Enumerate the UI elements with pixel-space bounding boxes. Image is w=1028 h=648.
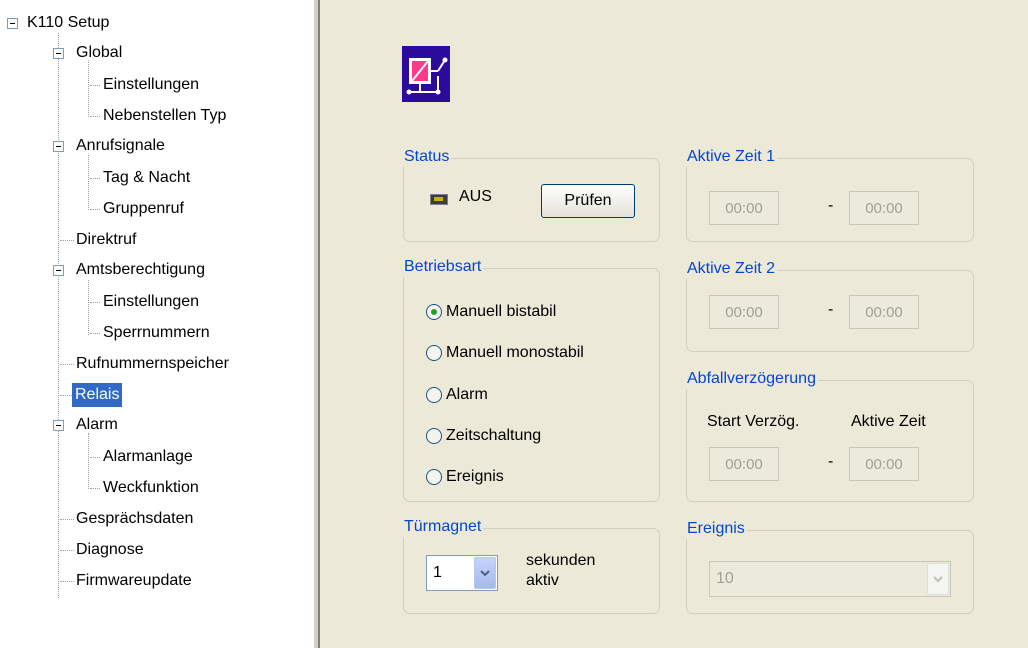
collapse-icon[interactable] xyxy=(7,18,18,29)
tree-item-diagnose[interactable]: Diagnose xyxy=(76,538,144,562)
status-value: AUS xyxy=(459,188,492,205)
aktive-zeit-1-group: Aktive Zeit 1 00:00 - 00:00 xyxy=(685,147,974,242)
tree-line xyxy=(58,33,59,598)
tuermagnet-group: Türmagnet 1 sekunden aktiv xyxy=(402,517,660,614)
tree-item-gespraechsdaten[interactable]: Gesprächsdaten xyxy=(76,507,193,531)
tree-item-tag-nacht[interactable]: Tag & Nacht xyxy=(103,166,190,190)
tree-item-nebenstellen-typ[interactable]: Nebenstellen Typ xyxy=(103,104,226,128)
abfallverzoegerung-group: Abfallverzögerung Start Verzög. Aktive Z… xyxy=(685,369,974,502)
radio-label: Alarm xyxy=(446,386,488,403)
radio-manuell-monostabil[interactable]: Manuell monostabil xyxy=(426,340,584,366)
collapse-icon[interactable] xyxy=(53,420,64,431)
tree-item-relais[interactable]: Relais xyxy=(72,383,123,407)
status-group-title: Status xyxy=(402,147,452,167)
aktive-zeit-2-title: Aktive Zeit 2 xyxy=(685,259,778,279)
radio-manuell-bistabil[interactable]: Manuell bistabil xyxy=(426,299,556,325)
tree-item-global-einstellungen[interactable]: Einstellungen xyxy=(103,73,199,97)
relais-panel: Status AUS Prüfen Aktive Zeit 1 00:00 - … xyxy=(320,0,1028,648)
collapse-icon[interactable] xyxy=(53,265,64,276)
tuermagnet-select[interactable]: 1 xyxy=(426,555,498,591)
tree-item-gruppenruf[interactable]: Gruppenruf xyxy=(103,197,184,221)
tree-item-sperrnummern[interactable]: Sperrnummern xyxy=(103,321,210,345)
tuermagnet-value: 1 xyxy=(433,564,442,581)
tree-item-alarmanlage[interactable]: Alarmanlage xyxy=(103,445,193,469)
start-verzoeg-label: Start Verzög. xyxy=(707,413,800,430)
radio-selected-icon[interactable] xyxy=(426,304,442,320)
tree-line xyxy=(60,581,74,582)
radio-icon[interactable] xyxy=(426,387,442,403)
aktive-zeit-2-separator: - xyxy=(828,301,834,318)
aktive-zeit-2-group: Aktive Zeit 2 00:00 - 00:00 xyxy=(685,259,974,352)
radio-icon[interactable] xyxy=(426,469,442,485)
tree-line xyxy=(88,280,89,335)
ereignis-value: 10 xyxy=(716,570,734,587)
tree-item-amtsberechtigung[interactable]: Amtsberechtigung xyxy=(76,258,205,282)
ereignis-group: Ereignis 10 xyxy=(685,519,974,614)
tree-line xyxy=(88,433,89,489)
tree-line xyxy=(90,116,100,117)
status-led-icon xyxy=(430,194,448,205)
tree-item-anrufsignale[interactable]: Anrufsignale xyxy=(76,134,165,158)
aktive-zeit-2-to-field[interactable]: 00:00 xyxy=(849,295,919,329)
aktive-zeit-1-from-field[interactable]: 00:00 xyxy=(709,191,779,225)
pruefen-button[interactable]: Prüfen xyxy=(541,184,635,218)
tree-line xyxy=(60,240,74,241)
abfall-start-field[interactable]: 00:00 xyxy=(709,447,779,481)
tree-item-firmwareupdate[interactable]: Firmwareupdate xyxy=(76,569,192,593)
tree-line xyxy=(90,302,100,303)
aktive-zeit-1-to-field[interactable]: 00:00 xyxy=(849,191,919,225)
radio-label: Manuell bistabil xyxy=(446,303,557,320)
tree-item-k110-setup[interactable]: K110 Setup xyxy=(27,11,109,35)
radio-label: Ereignis xyxy=(446,468,504,485)
tree-line xyxy=(60,519,74,520)
collapse-icon[interactable] xyxy=(53,141,64,152)
tree-line xyxy=(60,364,74,365)
aktive-zeit-1-separator: - xyxy=(828,197,834,214)
abfall-aktive-field[interactable]: 00:00 xyxy=(849,447,919,481)
abfallverzoegerung-title: Abfallverzögerung xyxy=(685,369,818,389)
betriebsart-group: Betriebsart Manuell bistabil Manuell mon… xyxy=(402,257,660,502)
tree-item-weckfunktion[interactable]: Weckfunktion xyxy=(103,476,199,500)
radio-label: Manuell monostabil xyxy=(446,344,584,361)
radio-icon[interactable] xyxy=(426,428,442,444)
tree-line xyxy=(90,209,100,210)
radio-icon[interactable] xyxy=(426,345,442,361)
tuermagnet-title: Türmagnet xyxy=(402,517,484,537)
relay-icon xyxy=(402,46,450,102)
tuermagnet-suffix-2: aktiv xyxy=(526,572,559,589)
chevron-down-icon[interactable] xyxy=(474,557,496,589)
radio-zeitschaltung[interactable]: Zeitschaltung xyxy=(426,423,541,449)
ereignis-select[interactable]: 10 xyxy=(709,561,951,597)
radio-ereignis[interactable]: Ereignis xyxy=(426,464,504,490)
betriebsart-title: Betriebsart xyxy=(402,257,484,277)
ereignis-title: Ereignis xyxy=(685,519,747,539)
tree-line xyxy=(88,155,89,210)
tree-line xyxy=(60,395,72,396)
tree-line xyxy=(90,333,100,334)
tuermagnet-suffix-1: sekunden xyxy=(526,552,596,569)
radio-label: Zeitschaltung xyxy=(446,427,542,444)
radio-alarm[interactable]: Alarm xyxy=(426,382,488,408)
tree-line xyxy=(90,457,100,458)
tree-line xyxy=(90,488,100,489)
status-group: Status AUS Prüfen xyxy=(402,147,660,242)
collapse-icon[interactable] xyxy=(53,48,64,59)
tree-item-alarm[interactable]: Alarm xyxy=(76,413,118,437)
tree-line xyxy=(90,85,100,86)
tree-item-global[interactable]: Global xyxy=(76,41,122,65)
tree-item-rufnummernspeicher[interactable]: Rufnummernspeicher xyxy=(76,352,229,376)
chevron-down-icon[interactable] xyxy=(927,563,949,595)
tree-item-direktruf[interactable]: Direktruf xyxy=(76,228,136,252)
tree-line xyxy=(60,550,74,551)
tree-item-amts-einstellungen[interactable]: Einstellungen xyxy=(103,290,199,314)
aktive-zeit-1-title: Aktive Zeit 1 xyxy=(685,147,778,167)
abfall-separator: - xyxy=(828,453,834,470)
aktive-zeit-2-from-field[interactable]: 00:00 xyxy=(709,295,779,329)
tree-line xyxy=(90,178,100,179)
tree-line xyxy=(88,60,89,117)
settings-tree: K110 Setup Global Einstellungen Nebenste… xyxy=(0,0,314,648)
aktive-zeit-label: Aktive Zeit xyxy=(851,413,926,430)
